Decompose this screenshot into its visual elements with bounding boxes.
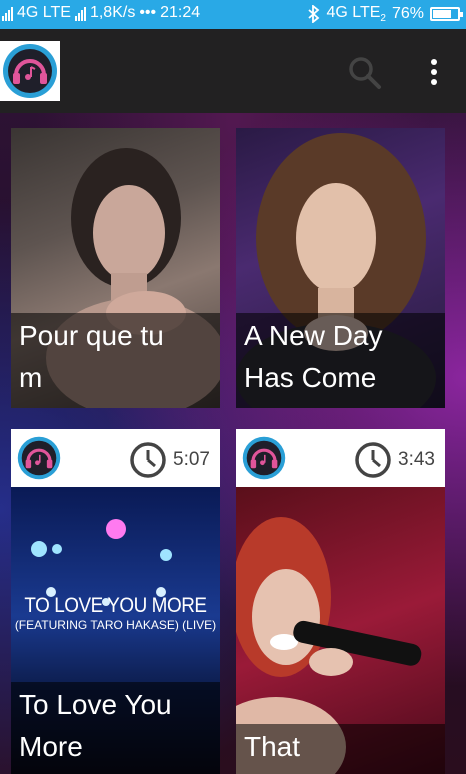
search-icon	[349, 57, 381, 89]
network-label-2: 4G LTE2	[326, 4, 386, 25]
more-vertical-icon	[431, 59, 437, 85]
video-card[interactable]: A New Day Has Come	[236, 128, 445, 408]
battery-icon	[430, 7, 463, 22]
card-header: 5:07	[11, 429, 220, 487]
overflow-menu-button[interactable]	[422, 55, 446, 89]
app-logo[interactable]	[0, 41, 60, 101]
thumbnail-title: TO LOVE YOU MORE	[24, 594, 207, 617]
signal-icon-2	[74, 5, 86, 21]
duration-badge: 5:07	[129, 441, 210, 479]
channel-logo	[17, 436, 61, 480]
channel-logo	[242, 436, 286, 480]
network-label: 4G LTE	[17, 4, 71, 21]
clock: 21:24	[160, 4, 201, 21]
headphones-music-logo-icon	[3, 44, 57, 98]
app-bar	[0, 29, 466, 113]
video-title: To Love You More	[11, 682, 220, 774]
video-title: Pour que tu m	[11, 313, 220, 408]
network-speed: 1,8K/s	[89, 4, 136, 21]
thumbnail-subtitle: (FEATURING TARO HAKASE) (LIVE)	[14, 618, 217, 632]
battery-percent: 76%	[391, 5, 424, 23]
video-title: That	[236, 724, 445, 774]
duration-text: 3:43	[398, 449, 435, 470]
clock-icon	[355, 442, 391, 478]
bluetooth-icon	[308, 5, 320, 24]
video-card[interactable]: Pour que tu m	[11, 128, 220, 408]
video-title: A New Day Has Come	[236, 313, 445, 408]
headphones-music-logo-icon	[17, 436, 61, 480]
video-card[interactable]: 3:43 That	[236, 429, 445, 774]
signal-icon	[2, 5, 13, 21]
search-button[interactable]	[345, 53, 383, 91]
status-bar: 4G LTE 1,8K/s ••• 21:24 4G LTE2 76%	[0, 0, 466, 29]
more-notifications: •••	[139, 4, 157, 21]
video-grid: Pour que tu m A New Day Has Come 5:07 TO…	[0, 113, 466, 774]
video-card[interactable]: 5:07 TO LOVE YOU MORE (FEATURING TARO HA…	[11, 429, 220, 774]
duration-text: 5:07	[173, 449, 210, 470]
headphones-music-logo-icon	[242, 436, 286, 480]
card-header: 3:43	[236, 429, 445, 487]
clock-icon	[130, 442, 166, 478]
duration-badge: 3:43	[354, 441, 435, 479]
